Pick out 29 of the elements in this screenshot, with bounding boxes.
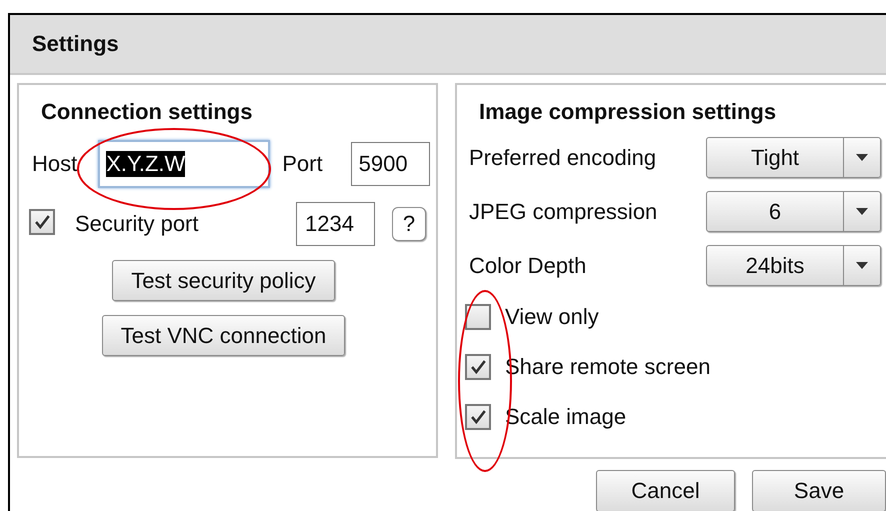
- window-title: Settings: [32, 31, 119, 57]
- dropdown[interactable]: 6: [706, 191, 881, 232]
- setting-label: Preferred encoding: [469, 144, 658, 170]
- dropdown[interactable]: 24bits: [706, 245, 881, 286]
- host-field[interactable]: X.Y.Z.W: [98, 140, 270, 188]
- dialog-button[interactable]: Cancel: [596, 470, 735, 511]
- test-button[interactable]: Test security policy: [112, 260, 335, 301]
- host-value: X.Y.Z.W: [106, 151, 186, 177]
- port-label: Port: [282, 151, 323, 177]
- host-label: Host: [32, 151, 78, 177]
- caret-icon: [856, 262, 868, 269]
- caret-icon: [856, 154, 868, 161]
- security-port-label: Security port: [75, 211, 198, 237]
- help-button[interactable]: ?: [392, 207, 426, 241]
- setting-label: Color Depth: [469, 252, 588, 278]
- checkbox[interactable]: [465, 404, 491, 430]
- dialog-button[interactable]: Save: [752, 470, 886, 511]
- test-button[interactable]: Test VNC connection: [102, 315, 346, 356]
- dropdown[interactable]: Tight: [706, 137, 881, 178]
- security-port-field[interactable]: 1234: [296, 202, 375, 246]
- setting-label: JPEG compression: [469, 198, 658, 224]
- section-heading: Connection settings: [41, 99, 254, 125]
- option-label: View only: [505, 304, 599, 330]
- checkbox[interactable]: [465, 304, 491, 330]
- checkbox[interactable]: [29, 209, 55, 235]
- section-heading: Image compression settings: [479, 99, 778, 125]
- checkbox[interactable]: [465, 354, 491, 380]
- port-field[interactable]: 5900: [350, 142, 430, 186]
- caret-icon: [856, 208, 868, 215]
